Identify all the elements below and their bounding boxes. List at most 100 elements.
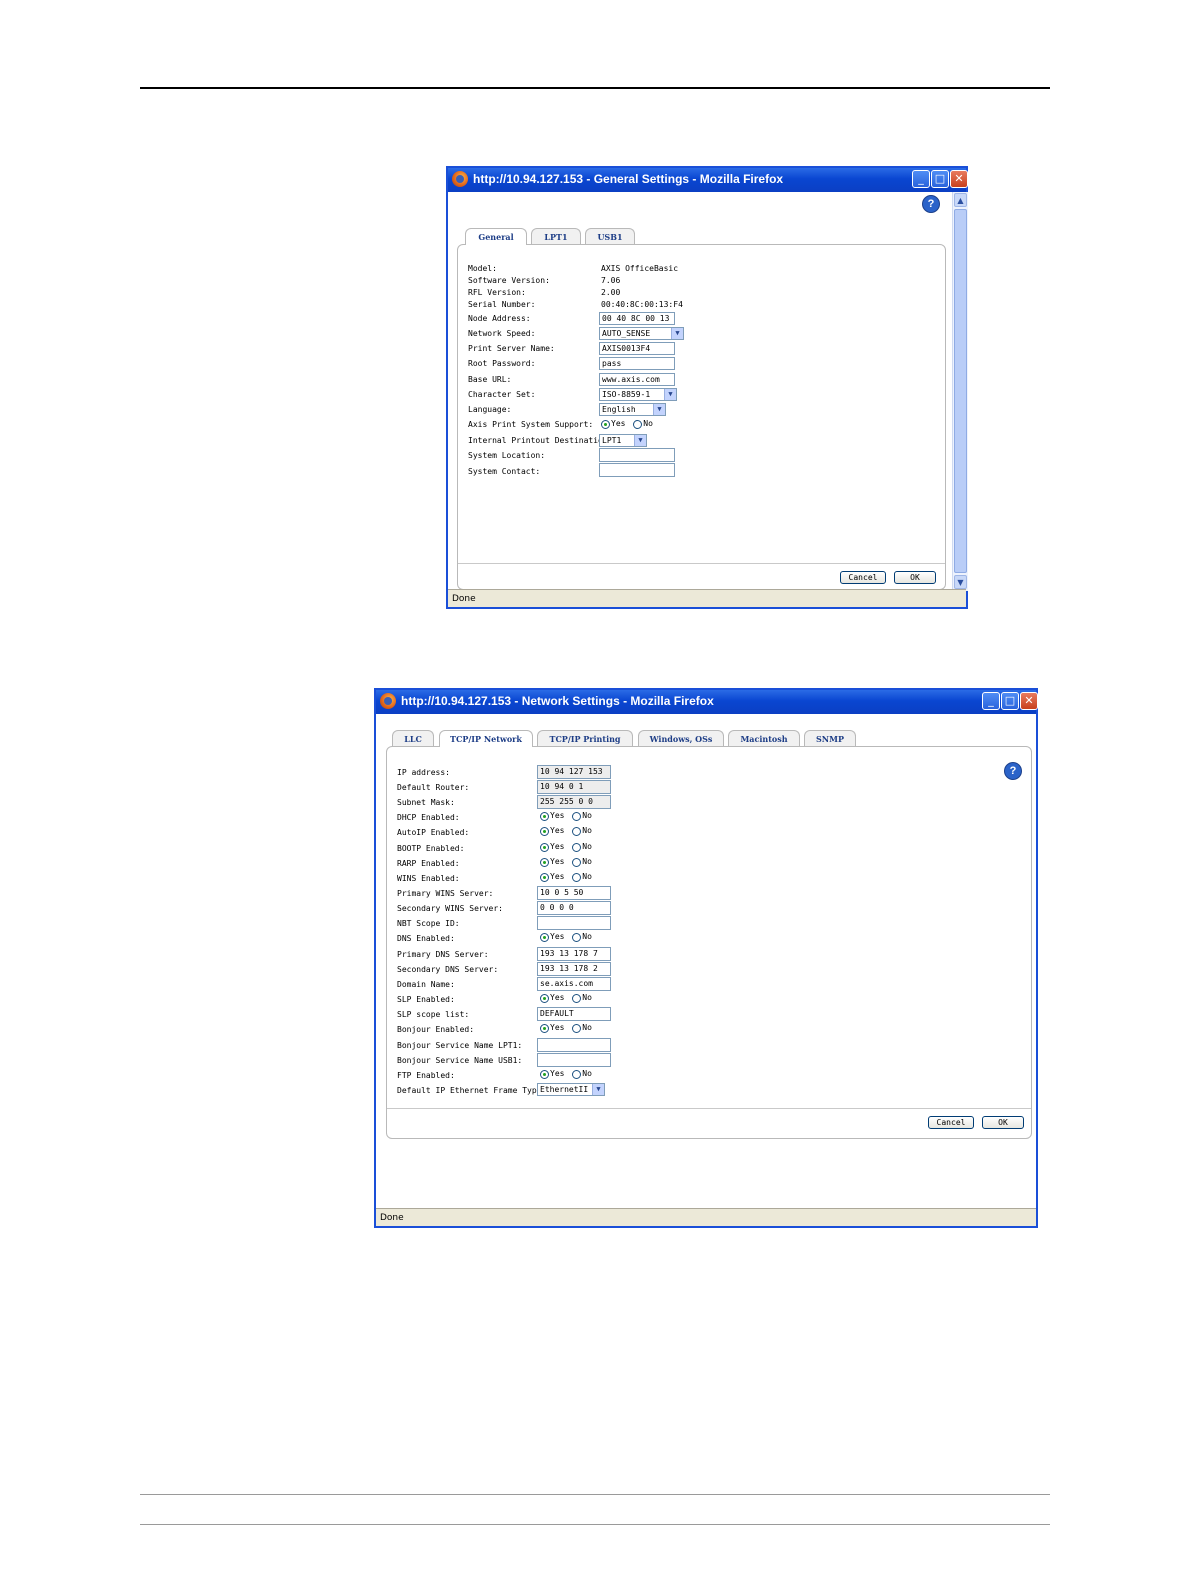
dns-enabled-radio[interactable]: Yes No (540, 932, 595, 943)
chevron-down-icon[interactable]: ▼ (634, 435, 646, 446)
bonjour-enabled-radio[interactable]: Yes No (540, 1023, 595, 1034)
root-password-field[interactable]: pass (599, 357, 675, 370)
tab-snmp[interactable]: SNMP (804, 730, 856, 746)
system-contact-field[interactable] (599, 463, 675, 477)
domain-name-field[interactable]: se.axis.com (537, 977, 611, 991)
tab-lpt1[interactable]: LPT1 (531, 228, 581, 244)
ftp-enabled-radio[interactable]: Yes No (540, 1069, 595, 1080)
frame-type-select[interactable]: EthernetII ▼ (537, 1083, 605, 1096)
axis-print-system-support-radio[interactable]: Yes No (601, 419, 656, 430)
cancel-button[interactable]: Cancel (928, 1116, 974, 1129)
nbt-scope-id-field[interactable] (537, 916, 611, 930)
yes-radio[interactable] (540, 1069, 549, 1079)
yes-radio[interactable] (540, 826, 549, 836)
no-radio[interactable] (572, 932, 582, 942)
no-radio[interactable] (633, 419, 643, 429)
tab-usb1[interactable]: USB1 (585, 228, 635, 244)
slp-scope-list-field[interactable]: DEFAULT (537, 1007, 611, 1021)
no-radio[interactable] (572, 857, 582, 867)
language-select[interactable]: English ▼ (599, 403, 666, 416)
tab-tcpip-printing[interactable]: TCP/IP Printing (537, 730, 633, 746)
yes-radio[interactable] (540, 857, 549, 867)
autoip-enabled-radio[interactable]: Yes No (540, 826, 595, 837)
tab-windows-oss[interactable]: Windows, OSs (638, 730, 724, 746)
close-button[interactable]: ✕ (950, 170, 968, 188)
minimize-button[interactable]: _ (982, 692, 1000, 710)
subnet-mask-label: Subnet Mask: (397, 798, 455, 807)
nbt-scope-id-label: NBT Scope ID: (397, 919, 460, 928)
maximize-button[interactable]: □ (931, 170, 949, 188)
system-location-label: System Location: (468, 451, 546, 460)
no-radio[interactable] (572, 993, 582, 1003)
primary-wins-server-field[interactable]: 10 0 5 50 (537, 886, 611, 900)
serial-number-label: Serial Number: (468, 300, 536, 309)
no-radio[interactable] (572, 811, 582, 821)
maximize-button[interactable]: □ (1001, 692, 1019, 710)
print-server-name-field[interactable]: AXIS0013F4 (599, 342, 675, 355)
dhcp-enabled-radio[interactable]: Yes No (540, 811, 595, 822)
cancel-button[interactable]: Cancel (840, 571, 886, 584)
vertical-scrollbar[interactable]: ▲ ▼ (952, 192, 968, 591)
no-radio[interactable] (572, 826, 582, 836)
rarp-enabled-radio[interactable]: Yes No (540, 857, 595, 868)
chevron-down-icon[interactable]: ▼ (671, 328, 683, 339)
network-speed-select[interactable]: AUTO_SENSE ▼ (599, 327, 684, 340)
help-icon[interactable]: ? (922, 195, 940, 213)
node-address-label: Node Address: (468, 314, 531, 323)
slp-enabled-label: SLP Enabled: (397, 995, 455, 1004)
character-set-select[interactable]: ISO-8859-1 ▼ (599, 388, 677, 401)
yes-radio[interactable] (540, 1023, 549, 1033)
no-label: No (582, 842, 592, 851)
system-location-field[interactable] (599, 448, 675, 462)
secondary-wins-server-field[interactable]: 0 0 0 0 (537, 901, 611, 915)
yes-radio[interactable] (540, 993, 549, 1003)
no-radio[interactable] (572, 1069, 582, 1079)
chevron-down-icon[interactable]: ▼ (653, 404, 665, 415)
ok-button[interactable]: OK (894, 571, 936, 584)
yes-radio[interactable] (540, 842, 549, 852)
bonjour-enabled-label: Bonjour Enabled: (397, 1025, 475, 1034)
subnet-mask-field[interactable]: 255 255 0 0 (537, 795, 611, 809)
default-router-field[interactable]: 10 94 0 1 (537, 780, 611, 794)
tab-general[interactable]: General (465, 228, 527, 245)
primary-dns-server-field[interactable]: 193 13 178 7 (537, 947, 611, 961)
bonjour-service-name-lpt1-field[interactable] (537, 1038, 611, 1052)
internal-printout-destination-select[interactable]: LPT1 ▼ (599, 434, 647, 447)
yes-radio[interactable] (540, 811, 549, 821)
base-url-field[interactable]: www.axis.com (599, 373, 675, 386)
bonjour-service-name-usb1-field[interactable] (537, 1053, 611, 1067)
no-label: No (582, 857, 592, 866)
rarp-enabled-label: RARP Enabled: (397, 859, 460, 868)
scroll-down-arrow-icon[interactable]: ▼ (954, 575, 967, 589)
primary-dns-server-label: Primary DNS Server: (397, 950, 489, 959)
tab-macintosh[interactable]: Macintosh (728, 730, 800, 746)
tab-llc[interactable]: LLC (392, 730, 434, 746)
scroll-thumb[interactable] (954, 209, 967, 573)
scroll-up-arrow-icon[interactable]: ▲ (954, 193, 967, 207)
no-radio[interactable] (572, 842, 582, 852)
wins-enabled-label: WINS Enabled: (397, 874, 460, 883)
node-address-field[interactable]: 00 40 8C 00 13 (599, 312, 675, 325)
yes-radio[interactable] (540, 932, 549, 942)
chevron-down-icon[interactable]: ▼ (592, 1084, 604, 1095)
yes-radio[interactable] (601, 419, 610, 429)
title-bar[interactable]: http://10.94.127.153 - General Settings … (448, 168, 968, 192)
no-radio[interactable] (572, 1023, 582, 1033)
minimize-button[interactable]: _ (912, 170, 930, 188)
help-icon[interactable]: ? (1004, 762, 1022, 780)
no-radio[interactable] (572, 872, 582, 882)
chevron-down-icon[interactable]: ▼ (664, 389, 676, 400)
secondary-dns-server-field[interactable]: 193 13 178 2 (537, 962, 611, 976)
bootp-enabled-radio[interactable]: Yes No (540, 842, 595, 853)
no-label: No (582, 811, 592, 820)
ok-button[interactable]: OK (982, 1116, 1024, 1129)
no-label: No (582, 826, 592, 835)
title-bar[interactable]: http://10.94.127.153 - Network Settings … (376, 690, 1038, 714)
slp-enabled-radio[interactable]: Yes No (540, 993, 595, 1004)
ip-address-field[interactable]: 10 94 127 153 (537, 765, 611, 779)
button-separator (387, 1108, 1031, 1109)
wins-enabled-radio[interactable]: Yes No (540, 872, 595, 883)
close-button[interactable]: ✕ (1020, 692, 1038, 710)
tab-tcpip-network[interactable]: TCP/IP Network (439, 730, 533, 747)
yes-radio[interactable] (540, 872, 549, 882)
